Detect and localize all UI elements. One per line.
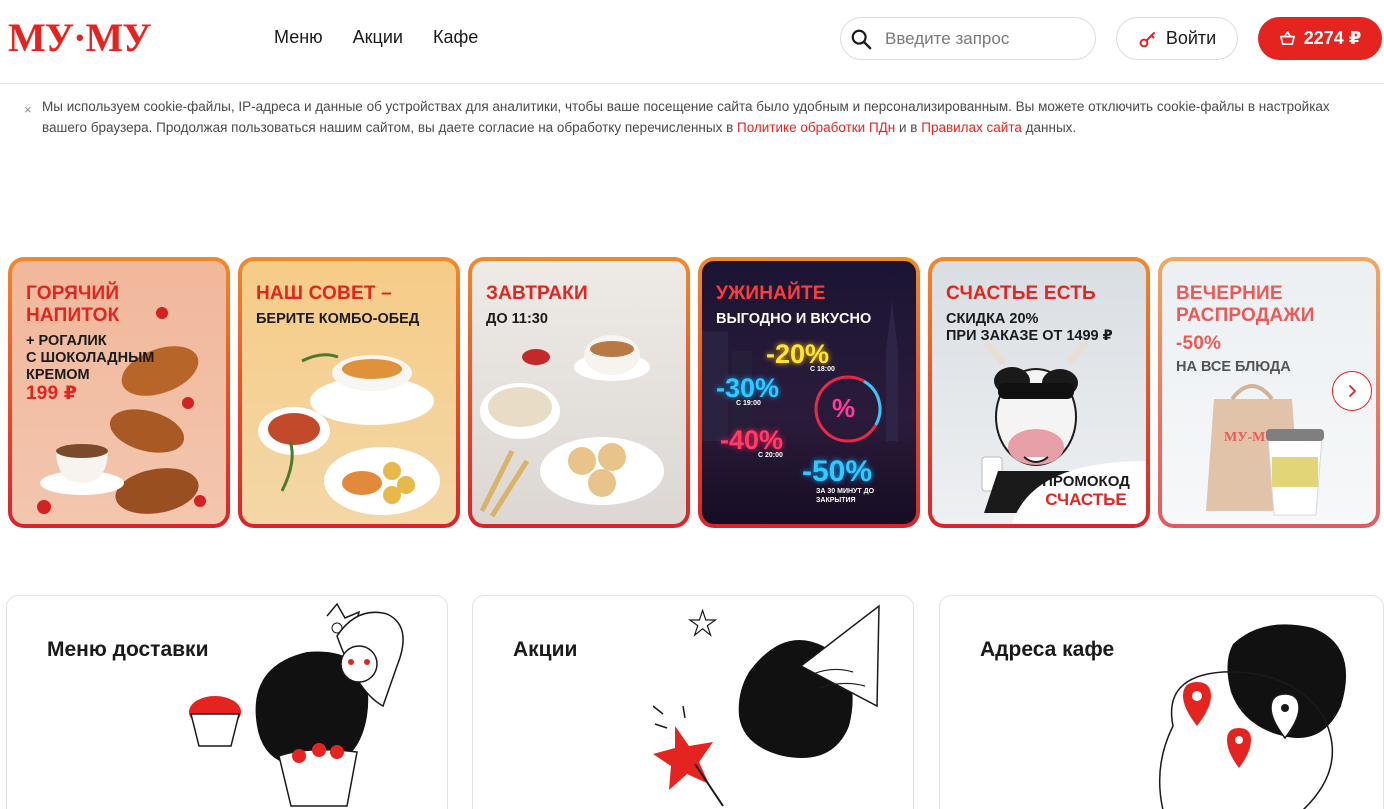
banner-hot-drink[interactable]: ГОРЯЧИЙ НАПИТОК + РОГАЛИК С ШОКОЛАДНЫМ К…: [8, 257, 230, 528]
cookie-notice: × Мы используем cookie-файлы, IP-адреса …: [20, 96, 1370, 138]
cookie-text-part: и в: [895, 120, 922, 135]
chevron-right-icon: [1349, 385, 1356, 397]
card-title: Акции: [513, 638, 578, 661]
banner-body: СЧАСТЬЕ ЕСТЬ СКИДКА 20% ПРИ ЗАКАЗЕ ОТ 14…: [932, 261, 1146, 524]
banner-sub-line: СКИДКА 20%: [946, 311, 1039, 327]
banner-price: 199 ₽: [26, 383, 78, 404]
card-title: Меню доставки: [47, 638, 209, 661]
cookie-text: Мы используем cookie-файлы, IP-адреса и …: [42, 96, 1370, 138]
banner-title: СЧАСТЬЕ ЕСТЬ: [946, 283, 1096, 304]
category-card-promotions[interactable]: Акции: [472, 595, 914, 809]
key-icon: [1139, 31, 1155, 47]
nav-item-cafe[interactable]: Кафе: [433, 27, 478, 48]
cafe-map-illustration: [1158, 624, 1347, 809]
banner-sub-line: + РОГАЛИК: [26, 333, 107, 349]
svg-text:%: %: [832, 393, 855, 423]
banner-subtitle: НА ВСЕ БЛЮДА: [1176, 359, 1291, 375]
neon-discount-40: -40% С 20:00: [720, 425, 783, 459]
banner-subtitle: ДО 11:30: [486, 311, 548, 327]
banner-body: НАШ СОВЕТ – БЕРИТЕ КОМБО-ОБЕД: [242, 261, 456, 524]
category-card-cafe-addresses[interactable]: Адреса кафе: [939, 595, 1384, 809]
nav-item-menu[interactable]: Меню: [274, 27, 323, 48]
close-icon[interactable]: ×: [24, 99, 32, 120]
basket-icon: [1279, 31, 1295, 46]
banner-body: % УЖИНАЙТЕ ВЫГОДНО И ВКУСНО -20% С 18:00…: [702, 261, 916, 524]
cart-total: 2274 ₽: [1303, 28, 1362, 48]
nav-item-promotions[interactable]: Акции: [353, 27, 403, 48]
neon-discount-percent: -50%: [802, 455, 873, 488]
logo-text: МУ·МУ: [8, 18, 151, 58]
search-icon[interactable]: [850, 28, 872, 50]
banner-discount: -50%: [1176, 333, 1222, 354]
promotions-illustration: [653, 604, 880, 807]
search-box[interactable]: [840, 17, 1096, 60]
banner-breakfasts[interactable]: ЗАВТРАКИ ДО 11:30: [468, 257, 690, 528]
site-rules-link[interactable]: Правилах сайта: [921, 120, 1022, 135]
banner-title-line: РАСПРОДАЖИ: [1176, 305, 1315, 326]
banner-subtitle: БЕРИТЕ КОМБО-ОБЕД: [256, 311, 420, 327]
neon-discount-percent: -20%: [766, 339, 830, 369]
promo-code-block: ПРОМОКОД СЧАСТЬЕ: [1032, 473, 1140, 510]
banner-title: ВЕЧЕРНИЕ РАСПРОДАЖИ: [1176, 283, 1315, 327]
carousel-next-button[interactable]: [1332, 371, 1372, 411]
neon-discount-percent: -30%: [716, 373, 780, 403]
privacy-policy-link[interactable]: Политике обработки ПДн: [737, 120, 895, 135]
neon-discount-note: ЗА 30 МИНУТ ДО ЗАКРЫТИЯ: [816, 488, 875, 504]
banner-title: УЖИНАЙТЕ: [716, 283, 826, 304]
cart-button[interactable]: 2274 ₽: [1258, 17, 1382, 60]
banner-title: ЗАВТРАКИ: [486, 283, 588, 304]
banner-title: ГОРЯЧИЙ НАПИТОК: [26, 283, 119, 327]
promo-code: СЧАСТЬЕ: [1045, 490, 1127, 509]
delivery-menu-illustration: [189, 602, 404, 807]
banner-subtitle: ВЫГОДНО И ВКУСНО: [716, 311, 872, 327]
banner-sub-line: ПРИ ЗАКАЗЕ ОТ 1499 ₽: [946, 328, 1113, 344]
banner-sub-line: КРЕМОМ: [26, 367, 90, 383]
banner-combo-lunch[interactable]: НАШ СОВЕТ – БЕРИТЕ КОМБО-ОБЕД: [238, 257, 460, 528]
banner-body: ГОРЯЧИЙ НАПИТОК + РОГАЛИК С ШОКОЛАДНЫМ К…: [12, 261, 226, 524]
category-card-delivery-menu[interactable]: Меню доставки: [6, 595, 448, 809]
neon-discount-note: С 20:00: [758, 452, 783, 459]
neon-discount-50: -50% ЗА 30 МИНУТ ДО ЗАКРЫТИЯ: [802, 455, 886, 505]
cookie-text-part: Мы используем cookie-файлы, IP-адреса и …: [42, 99, 1330, 135]
banner-title-line: НАПИТОК: [26, 305, 120, 326]
promo-label: ПРОМОКОД: [1042, 473, 1130, 490]
login-button[interactable]: Войти: [1116, 17, 1238, 60]
banner-title: НАШ СОВЕТ –: [256, 283, 392, 304]
banner-title-line: ВЕЧЕРНИЕ: [1176, 283, 1283, 304]
mu-mu-logo[interactable]: МУ·МУ: [8, 18, 188, 58]
banner-body: ЗАВТРАКИ ДО 11:30: [472, 261, 686, 524]
banner-sub-line: С ШОКОЛАДНЫМ: [26, 350, 155, 366]
site-header: МУ·МУ Меню Акции Кафе Войти 2274 ₽: [0, 0, 1384, 84]
promo-banners-carousel: ГОРЯЧИЙ НАПИТОК + РОГАЛИК С ШОКОЛАДНЫМ К…: [8, 257, 1384, 529]
neon-discount-percent: -40%: [720, 425, 784, 455]
banner-subtitle: + РОГАЛИК С ШОКОЛАДНЫМ КРЕМОМ: [26, 333, 154, 384]
main-nav: Меню Акции Кафе: [274, 27, 478, 48]
search-input[interactable]: [885, 28, 1085, 50]
neon-discount-30: -30% С 19:00: [716, 373, 779, 407]
cookie-text-part: данных.: [1021, 120, 1077, 135]
card-title: Адреса кафе: [980, 638, 1115, 661]
banner-title-line: ГОРЯЧИЙ: [26, 283, 120, 304]
neon-discount-note: С 18:00: [810, 366, 835, 373]
banner-happiness-promo[interactable]: СЧАСТЬЕ ЕСТЬ СКИДКА 20% ПРИ ЗАКАЗЕ ОТ 14…: [928, 257, 1150, 528]
neon-discount-20: -20% С 18:00: [766, 339, 835, 373]
banner-dinner-discounts[interactable]: % УЖИНАЙТЕ ВЫГОДНО И ВКУСНО -20% С 18:00…: [698, 257, 920, 528]
login-label: Войти: [1165, 28, 1217, 48]
banner-subtitle: СКИДКА 20% ПРИ ЗАКАЗЕ ОТ 1499 ₽: [946, 311, 1113, 345]
